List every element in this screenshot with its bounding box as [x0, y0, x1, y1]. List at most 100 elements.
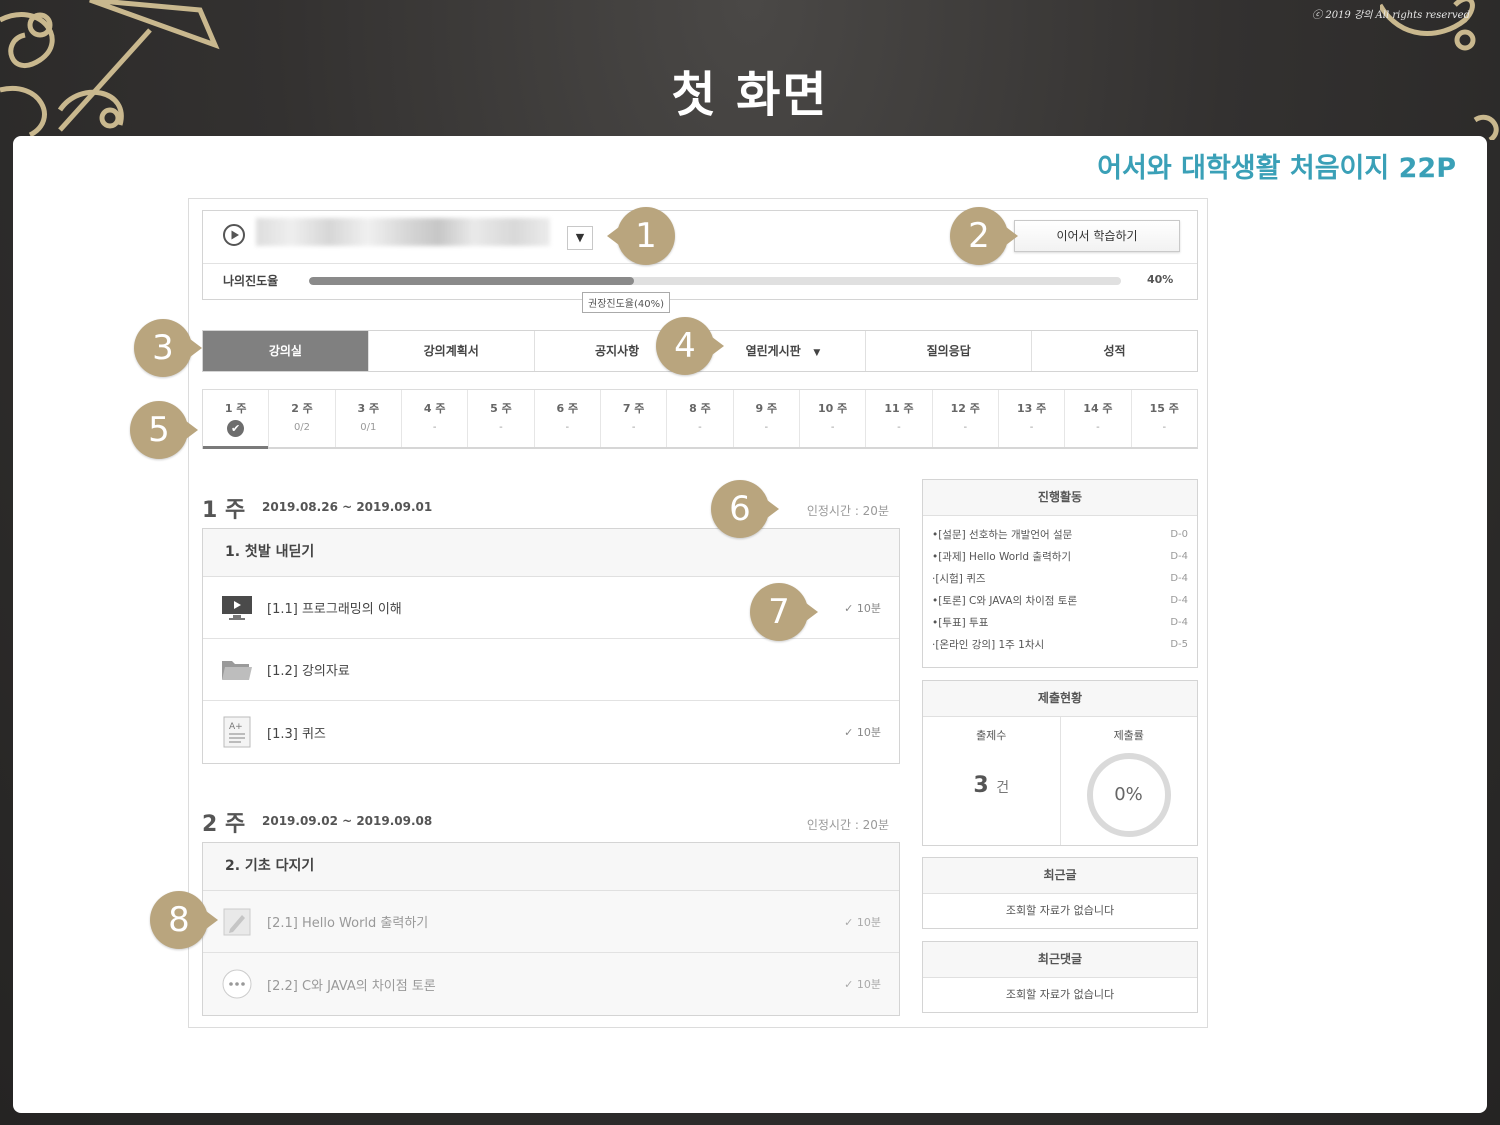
list-item[interactable]: [2.1] Hello World 출력하기 ✓ 10분 — [203, 891, 899, 953]
week-tab-label: 6 주 — [556, 402, 579, 415]
week-tab-10[interactable]: 10 주 - — [798, 390, 865, 447]
week-tab-label: 14 주 — [1083, 402, 1113, 415]
week-2-credit-time: 인정시간 : 20분 — [806, 818, 889, 832]
callout-badge-4: 4 — [656, 317, 724, 375]
activity-item[interactable]: ·[온라인 강의] 1주 1차시 D-5 — [923, 634, 1197, 656]
week-1-credit-time: 인정시간 : 20분 — [806, 504, 889, 518]
week-tab-progress: 0/2 — [293, 422, 311, 433]
item-completion: ✓ 10분 — [844, 726, 881, 739]
tab-open-board-label: 열린게시판 — [745, 344, 801, 358]
week-tab-9[interactable]: 9 주 - — [732, 390, 799, 447]
callout-badge-7: 7 — [750, 583, 818, 641]
item-label: [2.1] Hello World 출력하기 — [267, 916, 429, 931]
copyright-text: ⓒ 2019 강의 All rights reserved — [1312, 10, 1470, 21]
week-1-dates: 2019.08.26 ~ 2019.09.01 — [262, 500, 433, 514]
quiz-icon: A+ — [220, 715, 254, 749]
week-1-title: 1 주 — [202, 498, 246, 523]
week-tab-label: 2 주 — [291, 402, 313, 415]
week-tab-6[interactable]: 6 주 - — [533, 390, 600, 447]
week-tab-label: 4 주 — [423, 402, 446, 415]
activity-dday: D-4 — [1170, 573, 1188, 584]
tab-lecture-room[interactable]: 강의실 — [203, 331, 368, 371]
week-tab-11[interactable]: 11 주 - — [865, 390, 931, 447]
activity-item[interactable]: •[토론] C와 JAVA의 차이점 토론 D-4 — [923, 590, 1197, 612]
rate-label: 제출률 — [1113, 729, 1144, 742]
activity-item[interactable]: •[과제] Hello World 출력하기 D-4 — [923, 546, 1197, 568]
week-tab-progress: - — [499, 422, 503, 433]
week-tab-label: 7 주 — [622, 402, 645, 415]
recent-comments-title[interactable]: 최근댓글 — [923, 942, 1197, 978]
recent-comments-empty: 조회할 자료가 없습니다 — [1005, 988, 1115, 1001]
recent-posts-empty: 조회할 자료가 없습니다 — [1005, 904, 1115, 917]
item-label: [1.3] 퀴즈 — [267, 726, 326, 742]
week-tab-4[interactable]: 4 주 - — [400, 390, 467, 447]
week-tab-5[interactable]: 5 주 - — [467, 390, 533, 447]
callout-badge-8: 8 — [150, 891, 218, 949]
activity-label: ·[시험] 퀴즈 — [932, 573, 986, 585]
week-tab-14[interactable]: 14 주 - — [1064, 390, 1130, 447]
week-tab-15[interactable]: 15 주 - — [1130, 390, 1197, 447]
week-tab-progress: - — [1162, 422, 1167, 433]
callout-badge-1: 1 — [607, 207, 675, 265]
week-tab-label: 8 주 — [689, 402, 711, 415]
week-tab-7[interactable]: 7 주 - — [599, 390, 666, 447]
callout-badge-3: 3 — [134, 319, 202, 377]
tab-syllabus[interactable]: 강의계획서 — [367, 331, 534, 371]
module-title: 2. 기초 다지기 — [203, 843, 899, 891]
activity-dday: D-4 — [1170, 551, 1188, 562]
recent-posts-panel: 최근글 조회할 자료가 없습니다 — [922, 857, 1198, 929]
activity-dday: D-5 — [1170, 639, 1188, 650]
course-select-dropdown[interactable]: ▼ — [567, 226, 593, 250]
list-item[interactable]: [1.2] 강의자료 — [203, 639, 899, 701]
week-1-module: 1. 첫발 내딛기 [1.1] 프로그래밍의 이해 ✓ 10분 [1.2] 강의… — [202, 528, 900, 764]
week-tab-label: 9 주 — [755, 402, 778, 415]
play-icon[interactable] — [222, 223, 246, 247]
svg-text:A+: A+ — [229, 722, 243, 732]
week-tab-progress: - — [830, 422, 835, 433]
course-name-blurred — [256, 218, 550, 246]
week-tab-progress: - — [565, 422, 570, 433]
activities-panel: 진행활동 •[설문] 선호하는 개발언어 설문 D-0 •[과제] Hello Wo… — [922, 479, 1198, 668]
week-tab-label: 13 주 — [1016, 402, 1047, 415]
week-tab-label: 15 주 — [1149, 402, 1179, 415]
tab-qna[interactable]: 질의응답 — [865, 331, 1032, 371]
list-item[interactable]: [2.2] C와 JAVA의 차이점 토론 ✓ 10분 — [203, 953, 899, 1015]
submissions-title: 제출현황 — [923, 681, 1197, 717]
activity-label: •[설문] 선호하는 개발언어 설문 — [932, 529, 1073, 541]
activities-title: 진행활동 — [923, 480, 1197, 516]
progress-bar — [309, 277, 1121, 285]
callout-badge-6: 6 — [711, 480, 779, 538]
week-tab-12[interactable]: 12 주 - — [931, 390, 998, 447]
week-tabs: 1 주 ✔ 2 주 0/2 3 주 0/1 4 주 - 5 주 - 6 주 - 7 주 - 8 주 - 9 주 -… — [202, 389, 1198, 449]
activity-dday: D-4 — [1170, 595, 1188, 606]
book-reference: 어서와 대학생활 처음이지 22P — [1097, 153, 1456, 184]
item-label: [1.1] 프로그래밍의 이해 — [267, 602, 402, 617]
item-completion: ✓ 10분 — [844, 601, 881, 615]
week-tab-2[interactable]: 2 주 0/2 — [268, 390, 334, 447]
module-title: 1. 첫발 내딛기 — [203, 529, 899, 577]
recent-posts-title[interactable]: 최근글 — [923, 858, 1197, 894]
rate-ring: 0% — [1086, 753, 1171, 837]
discussion-icon — [220, 967, 254, 1001]
week-tab-3[interactable]: 3 주 0/1 — [334, 390, 401, 447]
week-tab-8[interactable]: 8 주 - — [666, 390, 732, 447]
count-value: 3 건 — [923, 773, 1060, 798]
tab-open-board[interactable]: 열린게시판 ▼ — [699, 331, 866, 371]
activity-item[interactable]: •[투표] 투표 D-4 — [923, 612, 1197, 634]
activity-label: ·[온라인 강의] 1주 1차시 — [932, 639, 1045, 651]
week-2-module: 2. 기초 다지기 [2.1] Hello World 출력하기 ✓ 10분 [… — [202, 842, 900, 1016]
activity-item[interactable]: •[설문] 선호하는 개발언어 설문 D-0 — [923, 524, 1197, 546]
week-tab-label: 3 주 — [357, 402, 380, 415]
submissions-panel: 제출현황 출제수 3 건 제출률 0% — [922, 680, 1198, 846]
activity-dday: D-4 — [1170, 617, 1188, 628]
week-tab-13[interactable]: 13 주 - — [997, 390, 1064, 447]
callout-badge-5: 5 — [130, 401, 198, 459]
list-item[interactable]: A+ [1.3] 퀴즈 ✓ 10분 — [203, 701, 899, 763]
week-tab-progress: - — [1029, 422, 1034, 433]
activity-item[interactable]: ·[시험] 퀴즈 D-4 — [923, 568, 1197, 590]
tab-grades[interactable]: 성적 — [1031, 331, 1197, 371]
slide-title: 첫 화면 — [671, 67, 829, 123]
recent-comments-panel: 최근댓글 조회할 자료가 없습니다 — [922, 941, 1198, 1013]
resume-learning-button[interactable]: 이어서 학습하기 — [1014, 220, 1180, 252]
week-tab-1[interactable]: 1 주 ✔ — [203, 390, 269, 449]
